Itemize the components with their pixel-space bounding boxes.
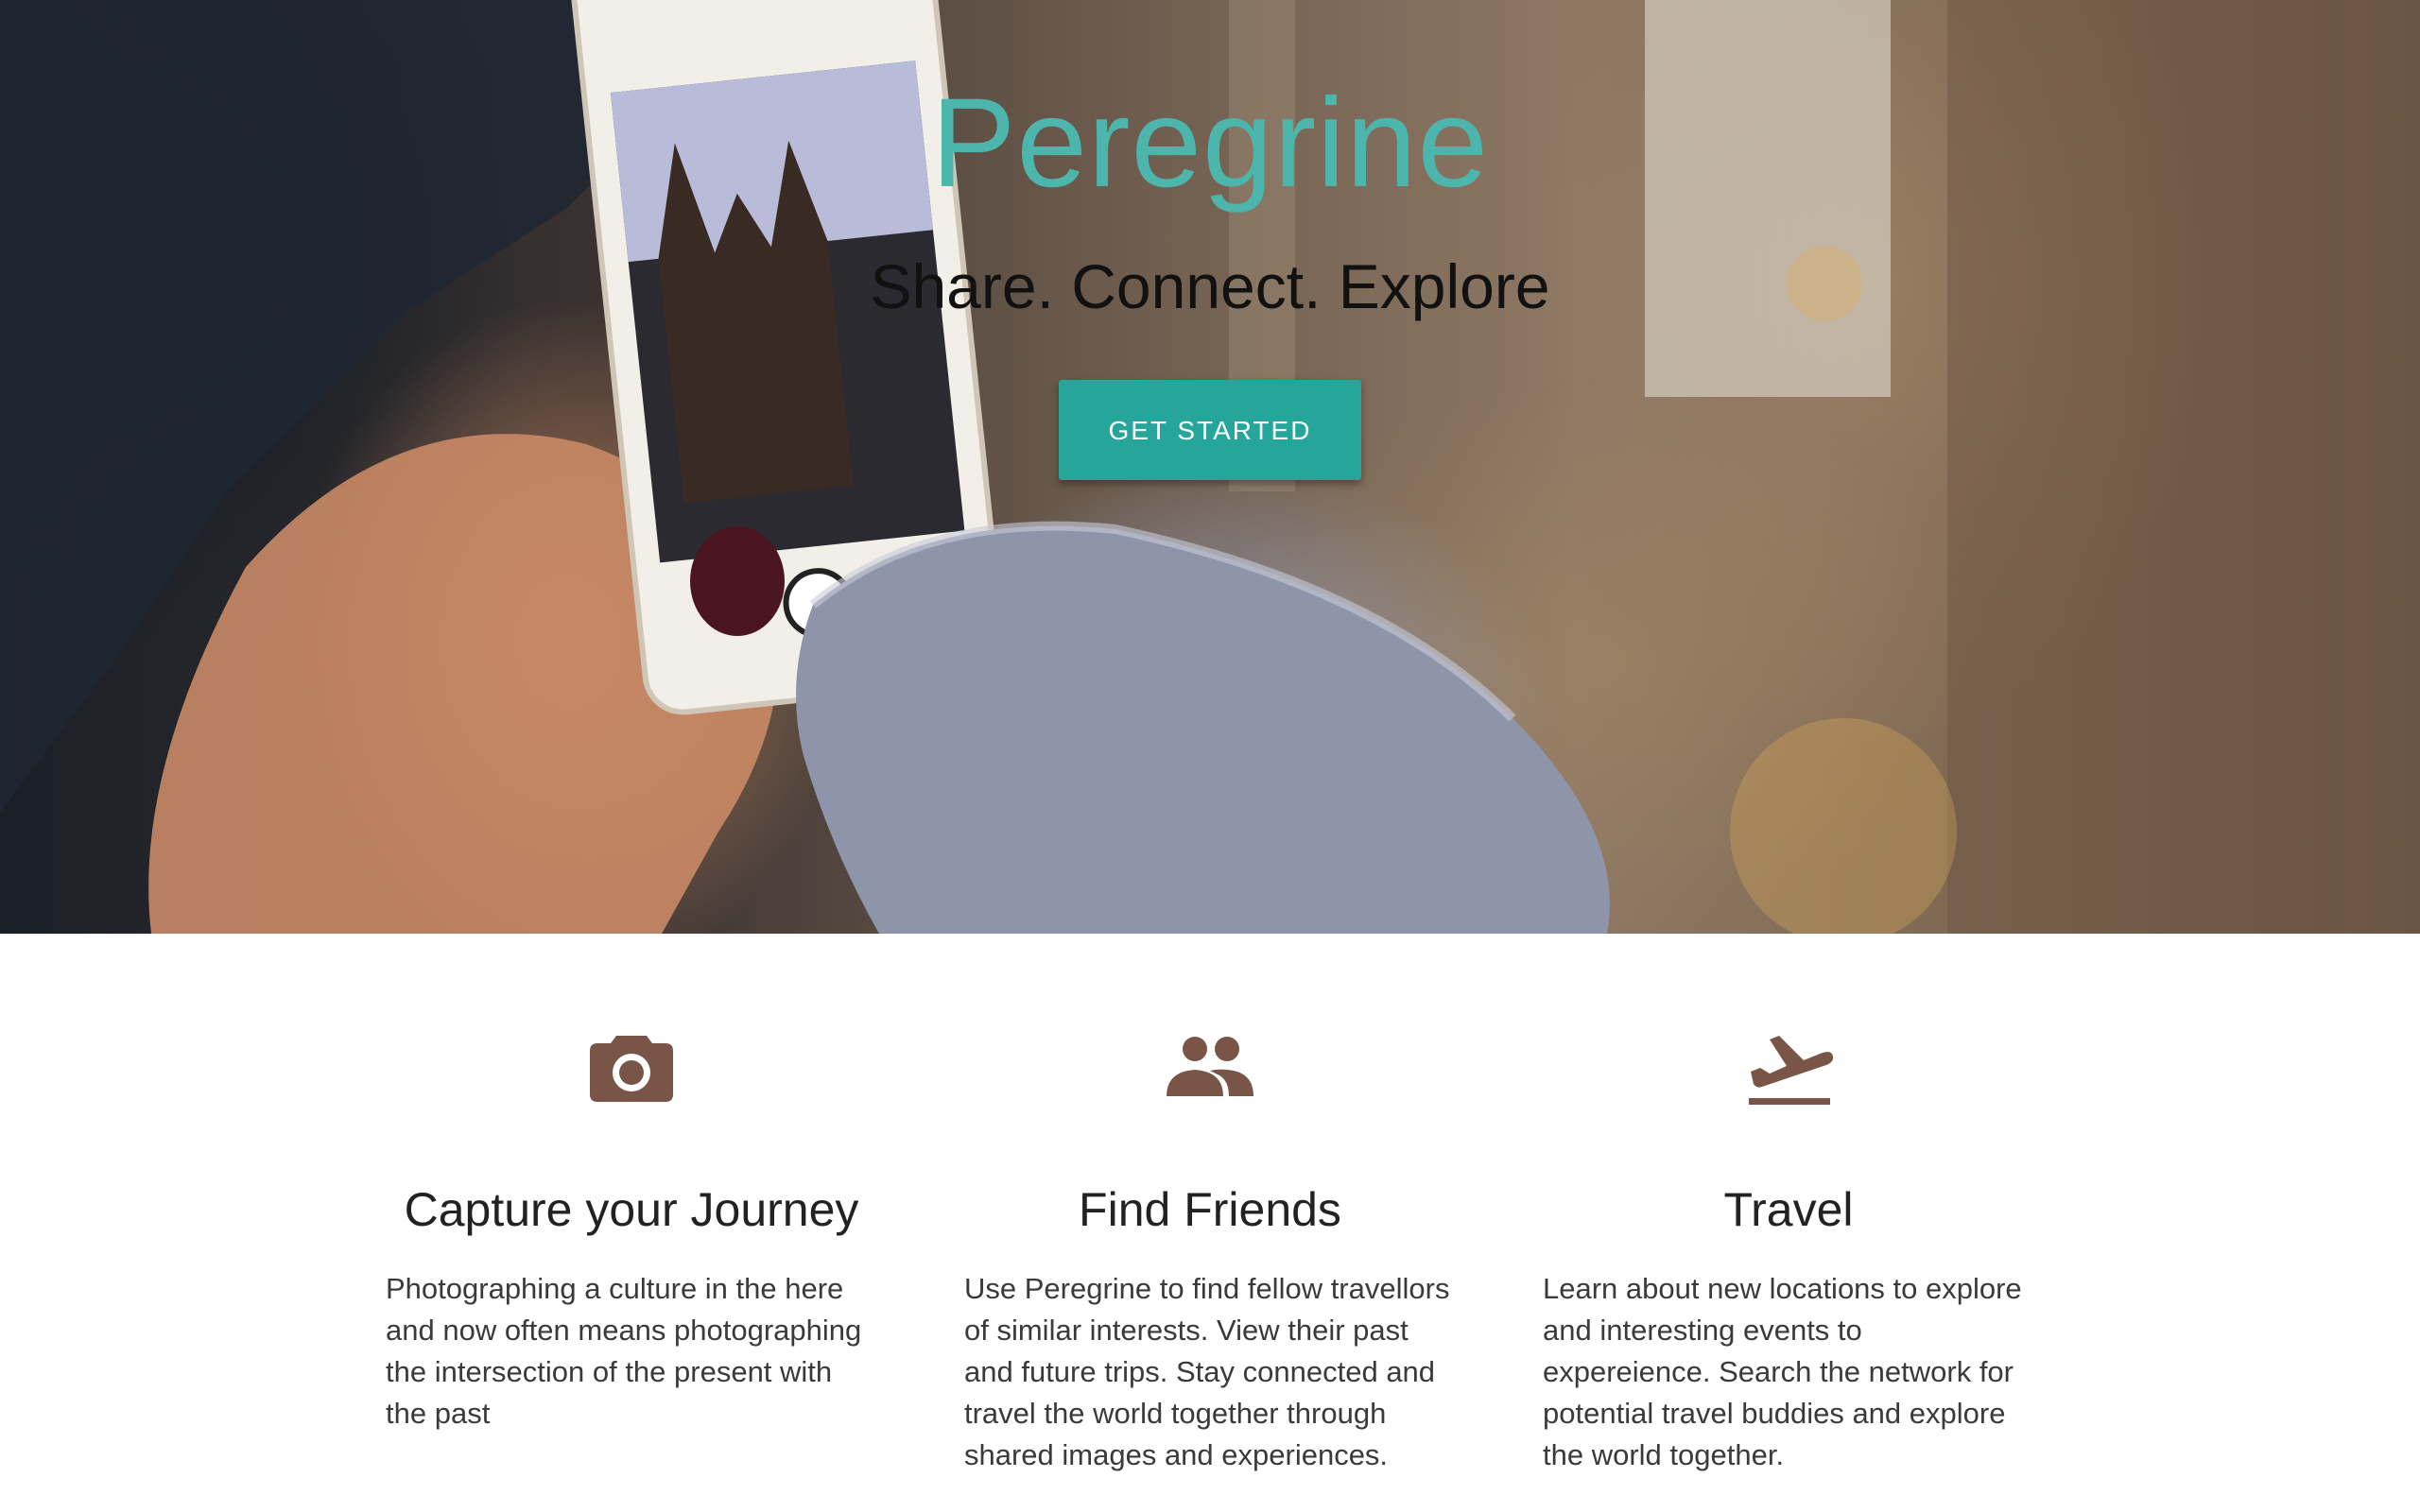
feature-capture-journey: Capture your Journey Photographing a cul… — [342, 934, 921, 1512]
feature-find-friends: Find Friends Use Peregrine to find fello… — [921, 934, 1499, 1512]
feature-title: Find Friends — [1079, 1183, 1341, 1236]
feature-title: Travel — [1723, 1183, 1854, 1236]
feature-description: Photographing a culture in the here and … — [386, 1272, 862, 1430]
flight-takeoff-icon — [1741, 1019, 1836, 1113]
hero-section: Peregrine Share. Connect. Explore GET ST… — [0, 0, 2420, 934]
hero-content: Peregrine Share. Connect. Explore GET ST… — [0, 0, 2420, 480]
feature-description: Learn about new locations to explore and… — [1543, 1272, 2022, 1471]
get-started-button[interactable]: GET STARTED — [1059, 379, 1361, 480]
hero-tagline: Share. Connect. Explore — [870, 251, 1550, 322]
camera-icon — [584, 1019, 679, 1113]
feature-travel: Travel Learn about new locations to expl… — [1499, 934, 2078, 1512]
brand-title: Peregrine — [930, 73, 1489, 214]
feature-title: Capture your Journey — [404, 1183, 859, 1236]
feature-description: Use Peregrine to find fellow travellors … — [964, 1272, 1450, 1471]
features-section: Capture your Journey Photographing a cul… — [0, 934, 2420, 1512]
people-icon — [1163, 1019, 1257, 1113]
